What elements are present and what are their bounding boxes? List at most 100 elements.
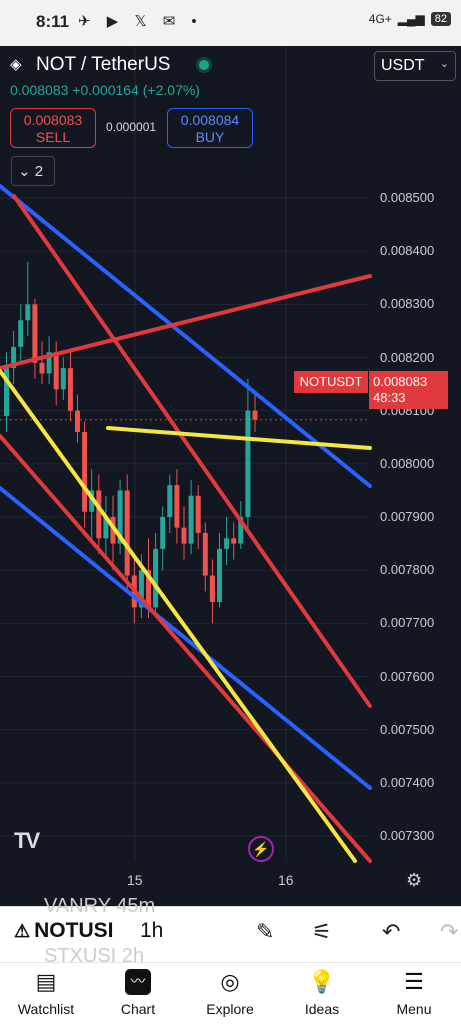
nav-menu[interactable]: ☰ Menu [374, 969, 454, 1017]
currency-value: USDT [381, 57, 425, 74]
candle-body [153, 548, 159, 608]
last-price-value: 0.008083 [373, 374, 428, 389]
notification-icons: ✈ ▶ 𝕏 ✉ • [78, 13, 203, 30]
settings-gear-icon[interactable]: ⚙ [406, 870, 422, 891]
nav-label: Watchlist [17, 1001, 75, 1017]
indicators-sliders-icon[interactable]: ⚟ [312, 919, 332, 945]
candle-body [181, 527, 187, 544]
buy-label: BUY [195, 129, 225, 145]
signal-icon: ▂▄▆ [397, 12, 425, 26]
sell-button[interactable]: 0.008083 SELL [10, 108, 96, 148]
nav-label: Explore [206, 1001, 254, 1017]
candle-body [18, 320, 24, 347]
status-right: 4G+ ▂▄▆ 82 [369, 12, 451, 26]
price-axis-label: 0.007700 [380, 615, 435, 631]
status-bar: 8:11 ✈ ▶ 𝕏 ✉ • 4G+ ▂▄▆ 82 [0, 0, 461, 46]
price-axis-label: 0.007300 [380, 828, 435, 843]
redo-icon[interactable]: ↷ [440, 919, 458, 945]
battery-icon: 82 [430, 12, 451, 26]
price-axis-label: 0.008200 [380, 349, 435, 365]
app-root: 8:11 ✈ ▶ 𝕏 ✉ • 4G+ ▂▄▆ 82 ◈ NOT / Tether… [0, 0, 461, 1024]
nav-ideas[interactable]: 💡 Ideas [282, 969, 362, 1017]
chart-icon: 〰 [125, 969, 151, 995]
candle-body [32, 304, 38, 363]
ideas-icon: 💡 [308, 969, 336, 994]
candle-body [39, 362, 45, 374]
nav-label: Ideas [304, 1001, 340, 1017]
buy-button[interactable]: 0.008084 BUY [167, 108, 253, 148]
candle-body [217, 548, 222, 603]
chart-toolbar: VANRY 45m STXUSI 2h ⚠ NOTUSI 1h ✎ ⚟ ↶ ↷ [0, 895, 461, 967]
candle-body [209, 575, 215, 603]
nav-chart[interactable]: 〰 Chart [98, 969, 178, 1017]
undo-icon[interactable]: ↶ [382, 919, 400, 945]
price-axis-label: 0.008400 [380, 243, 435, 259]
warning-icon: ⚠ [14, 920, 31, 941]
indicators-toggle[interactable]: ⌄ 2 [11, 156, 55, 186]
symbol-name[interactable]: NOT / TetherUS [36, 54, 170, 76]
candle-body [160, 517, 166, 549]
price-axis-label: 0.008500 [380, 190, 435, 205]
price-axis-label: 0.008000 [380, 455, 435, 471]
chevron-down-icon: ⌄ [18, 163, 31, 180]
price-axis-label: 0.008300 [380, 296, 435, 312]
draw-pen-icon[interactable]: ✎ [256, 919, 274, 945]
compass-icon: ◎ [220, 969, 240, 994]
interval-picker[interactable]: 1h [140, 919, 163, 943]
candle-body [53, 352, 59, 390]
price-change-pct: (+2.07%) [142, 82, 200, 98]
network-label: 4G+ [368, 12, 392, 26]
chart-area[interactable]: ◈ NOT / TetherUS USDT ⌄ 0.008083 +0.0001… [0, 46, 461, 906]
candle-body [245, 410, 251, 517]
price-axis-label: 0.007600 [380, 668, 435, 684]
lightning-icon[interactable]: ⚡ [248, 836, 274, 862]
last-price: 0.008083 [10, 82, 69, 98]
spread-value: 0.000001 [106, 120, 157, 134]
candle-body [252, 410, 258, 420]
symbol-picker[interactable]: ⚠ NOTUSI [14, 919, 113, 943]
trend-line [106, 426, 372, 450]
candle-body [124, 490, 130, 576]
sell-price: 0.008083 [23, 112, 83, 128]
price-summary: 0.008083 +0.000164 (+2.07%) [10, 82, 200, 98]
tradingview-logo-icon[interactable]: TV [14, 828, 40, 854]
trend-line [12, 194, 372, 708]
ghost-ticker-top: VANRY 45m [44, 895, 156, 917]
candle-countdown: 48:33 [373, 390, 406, 405]
candle-body [202, 532, 208, 576]
status-time: 8:11 [36, 12, 70, 31]
last-symbol-tag: NOTUSDT [294, 371, 368, 393]
candle-body [82, 431, 88, 512]
candle-body [167, 485, 173, 517]
buy-price: 0.008084 [180, 112, 240, 128]
candle-body [224, 538, 230, 549]
ticker-symbol: NOTUSI [34, 919, 114, 942]
date-label-15: 15 [127, 872, 143, 888]
candle-body [231, 538, 237, 544]
not-coin-logo-icon: ◈ [10, 56, 22, 73]
menu-icon: ☰ [404, 969, 424, 994]
nav-label: Chart [120, 1001, 156, 1017]
candle-body [60, 368, 66, 390]
nav-explore[interactable]: ◎ Explore [190, 969, 270, 1017]
candle-body [188, 495, 194, 544]
market-status-icon[interactable] [196, 57, 213, 73]
last-price-tag: 0.008083 48:33 [369, 371, 448, 409]
candle-body [75, 410, 80, 432]
nav-watchlist[interactable]: ▤ Watchlist [6, 969, 86, 1017]
candle-body [25, 304, 31, 321]
watchlist-icon: ▤ [35, 969, 57, 994]
nav-label: Menu [396, 1001, 432, 1017]
candle-body [96, 490, 102, 539]
currency-select[interactable]: USDT ⌄ [374, 51, 456, 81]
bottom-nav: ▤ Watchlist 〰 Chart ◎ Explore 💡 Ideas ☰ … [0, 962, 461, 1024]
price-axis-label: 0.007500 [380, 721, 435, 737]
price-change: +0.000164 [72, 82, 139, 98]
price-axis-label: 0.007900 [380, 509, 435, 524]
trend-line [0, 434, 372, 863]
trend-line [0, 274, 372, 370]
chart-header: ◈ NOT / TetherUS USDT ⌄ 0.008083 +0.0001… [0, 46, 461, 206]
date-label-16: 16 [278, 872, 294, 888]
candle-body [195, 495, 201, 533]
symbol-row[interactable]: ◈ NOT / TetherUS [10, 54, 213, 76]
